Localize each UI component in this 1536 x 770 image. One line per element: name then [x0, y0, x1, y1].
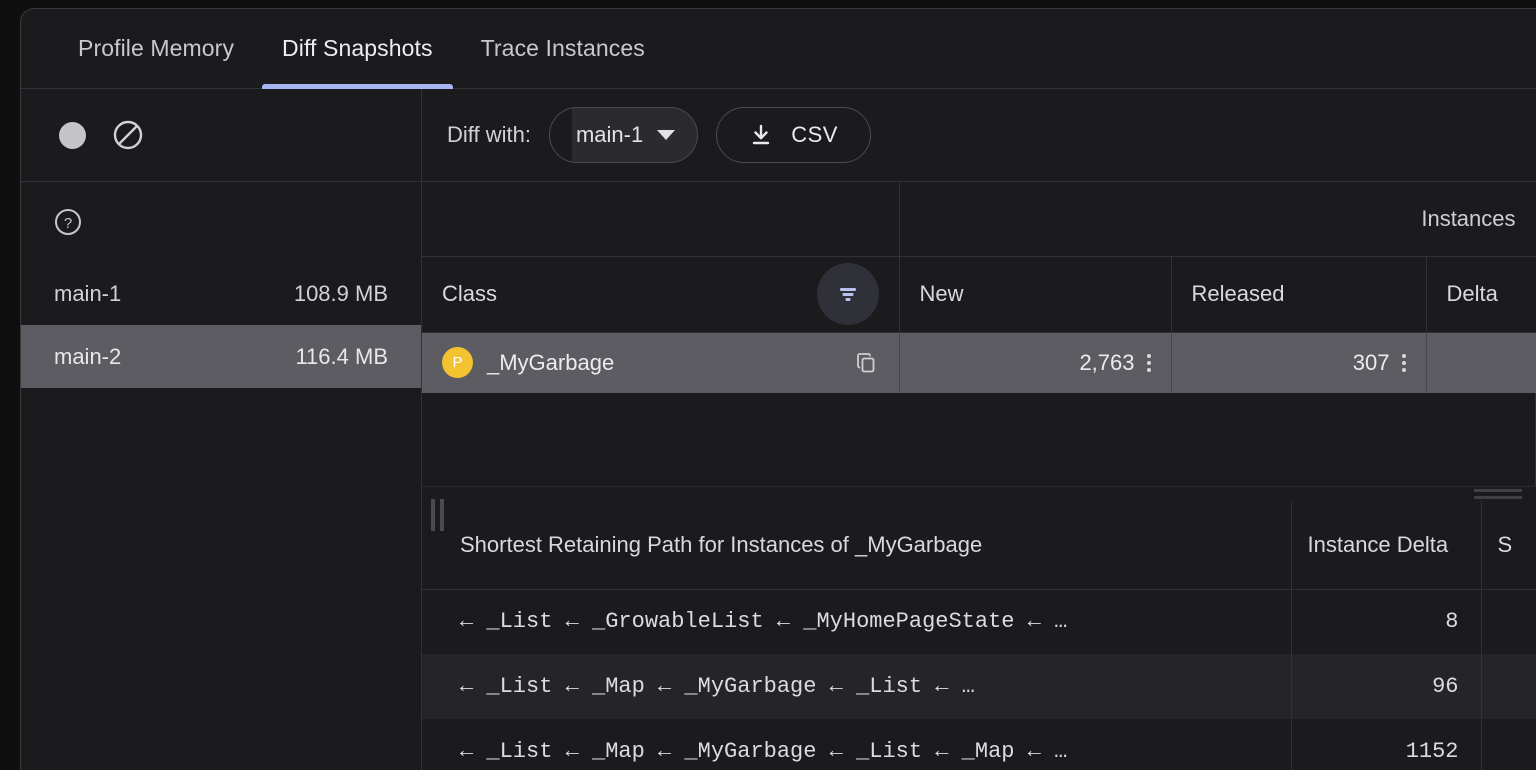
group-spacer: [422, 182, 899, 256]
cell-instance-delta: 1152: [1291, 719, 1481, 770]
class-name: _MyGarbage: [487, 350, 841, 376]
table-row[interactable]: ← _List ← _GrowableList ← _MyHomePageSta…: [422, 589, 1536, 654]
tab-label: Trace Instances: [481, 35, 645, 62]
snapshot-item-main-2[interactable]: main-2 116.4 MB: [21, 325, 421, 388]
cell-menu-button[interactable]: [1147, 354, 1151, 372]
svg-text:?: ?: [64, 215, 72, 232]
snapshots-sidebar: ? main-1 108.9 MB main-2 116.4 MB: [21, 89, 422, 770]
cell-instance-delta: 8: [1291, 589, 1481, 654]
cell-menu-button[interactable]: [1402, 354, 1406, 372]
retaining-path-table: Shortest Retaining Path for Instances of…: [422, 501, 1536, 770]
column-header-released[interactable]: Released: [1171, 256, 1426, 332]
class-table: Instances Class: [422, 182, 1536, 393]
column-header-instance-delta[interactable]: Instance Delta: [1291, 501, 1481, 589]
clear-prohibited-icon: [112, 119, 144, 151]
memory-profiler-panel: Profile Memory Diff Snapshots Trace Inst…: [20, 8, 1536, 770]
snapshot-help-row: ?: [21, 182, 421, 262]
class-table-group-header: Instances: [422, 182, 1536, 256]
column-header-class[interactable]: Class: [422, 256, 899, 332]
table-row[interactable]: P _MyGarbage 2,763: [422, 332, 1536, 393]
help-circle-icon: ?: [53, 207, 83, 237]
table-row[interactable]: ← _List ← _Map ← _MyGarbage ← _List ← _M…: [422, 719, 1536, 770]
record-dot-icon: [59, 122, 86, 149]
cell-shallow-size: [1481, 719, 1536, 770]
snapshot-name: main-1: [54, 281, 121, 307]
copy-icon[interactable]: [855, 351, 879, 375]
retaining-path-container: Shortest Retaining Path for Instances of…: [422, 501, 1536, 770]
tab-diff-snapshots[interactable]: Diff Snapshots: [258, 9, 457, 89]
table-row[interactable]: ← _List ← _Map ← _MyGarbage ← _List ← … …: [422, 654, 1536, 719]
retaining-path-header: Shortest Retaining Path for Instances of…: [422, 501, 1536, 589]
cell-class: P _MyGarbage: [422, 332, 899, 393]
cell-instance-delta: 96: [1291, 654, 1481, 719]
column-header-shallow-size[interactable]: S: [1481, 501, 1536, 589]
group-header-instances: Instances: [899, 182, 1536, 256]
snapshot-toolbar: [21, 89, 421, 182]
diff-with-value: main-1: [576, 122, 643, 148]
clear-snapshots-button[interactable]: [111, 118, 145, 152]
tab-profile-memory[interactable]: Profile Memory: [54, 9, 258, 89]
csv-label: CSV: [791, 122, 838, 148]
class-table-empty-area: [422, 393, 1536, 486]
cell-shallow-size: [1481, 589, 1536, 654]
cell-path: ← _List ← _Map ← _MyGarbage ← _List ← _M…: [422, 719, 1291, 770]
released-value: 307: [1353, 350, 1390, 376]
column-header-delta[interactable]: Delta: [1426, 256, 1536, 332]
snapshot-item-main-1[interactable]: main-1 108.9 MB: [21, 262, 421, 325]
tab-trace-instances[interactable]: Trace Instances: [457, 9, 669, 89]
splitter-grip-icon: [1474, 489, 1522, 499]
class-table-header: Class New Rel: [422, 256, 1536, 332]
download-icon: [749, 123, 773, 147]
snapshot-name: main-2: [54, 344, 121, 370]
filter-button[interactable]: [817, 263, 879, 325]
diff-content: Diff with: main-1 CSV: [422, 89, 1536, 770]
package-badge: P: [442, 347, 473, 378]
new-value: 2,763: [1079, 350, 1134, 376]
column-label: Class: [442, 281, 497, 307]
cell-released: 307: [1171, 332, 1426, 393]
cell-shallow-size: [1481, 654, 1536, 719]
help-button[interactable]: ?: [51, 205, 85, 239]
diff-with-select[interactable]: main-1: [549, 107, 698, 163]
snapshot-size: 116.4 MB: [295, 344, 388, 370]
horizontal-splitter[interactable]: [422, 486, 1536, 501]
chevron-down-icon: [657, 130, 675, 140]
cell-path: ← _List ← _Map ← _MyGarbage ← _List ← …: [422, 654, 1291, 719]
tab-label: Diff Snapshots: [282, 35, 433, 62]
snapshot-size: 108.9 MB: [294, 281, 388, 307]
cell-new: 2,763: [899, 332, 1171, 393]
take-snapshot-button[interactable]: [55, 118, 89, 152]
column-header-new[interactable]: New: [899, 256, 1171, 332]
panel-body: ? main-1 108.9 MB main-2 116.4 MB Diff w…: [21, 89, 1536, 770]
snapshot-list: main-1 108.9 MB main-2 116.4 MB: [21, 262, 421, 770]
filter-icon: [834, 280, 862, 308]
vertical-splitter-grip-icon[interactable]: [431, 499, 444, 531]
export-csv-button[interactable]: CSV: [716, 107, 871, 163]
cell-delta: [1426, 332, 1536, 393]
retaining-path-title: Shortest Retaining Path for Instances of…: [422, 501, 1291, 589]
class-table-container: Instances Class: [422, 182, 1536, 486]
diff-toolbar: Diff with: main-1 CSV: [422, 89, 1536, 182]
diff-with-label: Diff with:: [447, 122, 531, 148]
tab-label: Profile Memory: [78, 35, 234, 62]
cell-path: ← _List ← _GrowableList ← _MyHomePageSta…: [422, 589, 1291, 654]
tab-bar: Profile Memory Diff Snapshots Trace Inst…: [21, 9, 1536, 89]
